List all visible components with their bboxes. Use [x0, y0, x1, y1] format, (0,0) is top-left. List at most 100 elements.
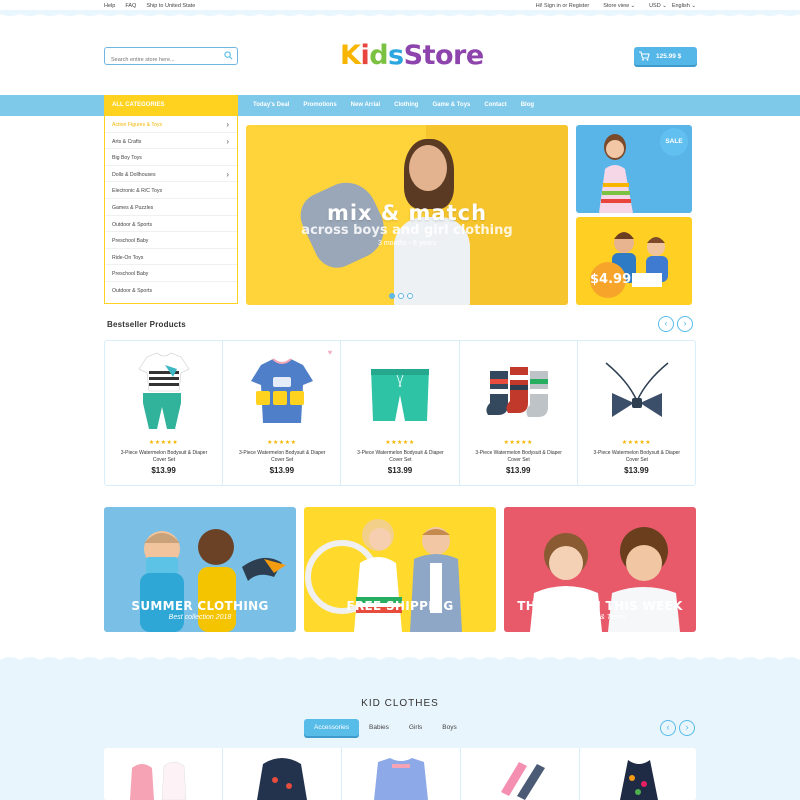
kids-swing-image: [305, 519, 462, 632]
product-card[interactable]: [342, 748, 461, 800]
promo-banner-shipping[interactable]: FREE SHIPPING: [304, 507, 496, 632]
category-item[interactable]: Ride-On Toys: [105, 249, 237, 266]
category-label: Dolls & Dollhouses: [112, 171, 156, 178]
nav-blog[interactable]: Blog: [521, 102, 534, 108]
category-item[interactable]: Preschool Baby: [105, 265, 237, 282]
logo-letter: i: [360, 40, 370, 71]
cart-total: 125.99 $: [656, 52, 682, 60]
category-menu: Action Figures & Toys › Arts & Crafts › Bi…: [104, 116, 238, 304]
all-categories-button[interactable]: ALL CATEGORIES: [104, 95, 238, 116]
add-to-cart-icon[interactable]: [256, 391, 271, 405]
category-item[interactable]: Electronic & R/C Toys: [105, 182, 237, 199]
product-name[interactable]: 3-Piece Watermelon Bodysuit & Diaper Cov…: [115, 450, 213, 464]
chevron-right-icon: ›: [226, 120, 229, 129]
category-label: Action Figures & Toys: [112, 122, 163, 128]
signin-link[interactable]: Hi! Sign in or Register: [536, 3, 590, 9]
slider-dot[interactable]: [407, 293, 413, 299]
cart-button[interactable]: 125.99 $: [634, 47, 697, 65]
tab-babies[interactable]: Babies: [359, 720, 399, 735]
site-logo[interactable]: KidsStore: [340, 40, 484, 71]
prev-arrow-icon[interactable]: ‹: [660, 720, 676, 736]
ship-to-link[interactable]: Ship to United State: [146, 3, 195, 9]
bestseller-pager: ‹ ›: [658, 316, 693, 332]
slider-dot[interactable]: [389, 293, 395, 299]
product-image: [257, 758, 307, 800]
category-label: Preschool Baby: [112, 238, 149, 245]
tab-accessories[interactable]: Accessories: [304, 719, 360, 736]
logo-letter: e: [465, 40, 484, 71]
product-price: $13.99: [269, 466, 295, 475]
bestseller-products: ★★★★★ 3-Piece Watermelon Bodysuit & Diap…: [104, 340, 696, 486]
toddler-girl-image: [599, 134, 633, 213]
price-badge: $4.99: [590, 262, 631, 298]
product-card[interactable]: [223, 748, 342, 800]
top-links: Help FAQ Ship to United State: [104, 3, 195, 9]
side-banner-price[interactable]: [576, 217, 692, 305]
logo-letter: r: [453, 40, 466, 71]
wishlist-heart-icon[interactable]: ♥: [328, 348, 333, 357]
next-arrow-icon[interactable]: ›: [679, 720, 695, 736]
help-link[interactable]: Help: [104, 3, 115, 9]
product-card[interactable]: ★★★★★ 3-Piece Watermelon Bodysuit & Diap…: [460, 341, 578, 485]
product-card[interactable]: ★★★★★ 3-Piece Watermelon Bodysuit & Diap…: [105, 341, 224, 485]
rating-stars: ★★★★★: [621, 440, 652, 446]
category-label: Outdoor & Sports: [112, 287, 153, 294]
slider-dot[interactable]: [398, 293, 404, 299]
prev-arrow-icon[interactable]: ‹: [658, 316, 674, 332]
nav-clothing[interactable]: Clothing: [394, 102, 418, 108]
product-card[interactable]: ♥ ★★★★★ 3-Piece Watermelon Bodysuit & Di…: [223, 341, 342, 485]
category-item[interactable]: Arts & Crafts ›: [105, 133, 237, 150]
category-item[interactable]: Outdoor & Sports: [105, 282, 237, 299]
promo-banner-new[interactable]: THE NEW IN THIS WEEK for Kids & Teens: [504, 507, 696, 632]
product-card[interactable]: ★★★★★ 3-Piece Watermelon Bodysuit & Diap…: [578, 341, 695, 485]
product-card[interactable]: [104, 748, 223, 800]
category-item[interactable]: Action Figures & Toys ›: [105, 116, 237, 133]
category-item[interactable]: Outdoor & Sports: [105, 216, 237, 233]
category-item[interactable]: Dolls & Dollhouses ›: [105, 166, 237, 183]
search-box[interactable]: [104, 47, 238, 68]
product-price: $13.99: [505, 466, 531, 475]
nav-todays-deal[interactable]: Today's Deal: [253, 102, 289, 108]
quick-view-icon[interactable]: [273, 391, 288, 405]
currency-select[interactable]: USD ⌄: [649, 3, 667, 9]
search-input[interactable]: [105, 52, 217, 68]
product-card[interactable]: [580, 748, 698, 800]
product-name[interactable]: 3-Piece Watermelon Bodysuit & Diaper Cov…: [588, 450, 686, 464]
language-select[interactable]: English ⌄: [672, 3, 696, 9]
cloud-border: [0, 657, 800, 664]
product-name[interactable]: 3-Piece Watermelon Bodysuit & Diaper Cov…: [470, 450, 568, 464]
banner-subtitle: Best collection 2018: [168, 614, 232, 621]
nav-game-toys[interactable]: Game & Toys: [432, 102, 470, 108]
search-icon[interactable]: [224, 51, 233, 60]
logo-letter: K: [340, 40, 361, 71]
faq-link[interactable]: FAQ: [125, 3, 136, 9]
hero-slider[interactable]: mix & match across boys and girl clothin…: [246, 125, 568, 305]
logo-letter: t: [422, 40, 436, 71]
kids-reading-image: [612, 232, 668, 287]
product-card[interactable]: ★★★★★ 3-Piece Watermelon Bodysuit & Diap…: [341, 341, 460, 485]
promo-banner-summer[interactable]: SUMMER CLOTHING Best collection 2018: [104, 507, 296, 632]
product-card[interactable]: [461, 748, 580, 800]
tab-boys[interactable]: Boys: [432, 720, 466, 735]
tab-girls[interactable]: Girls: [399, 720, 432, 735]
product-image: [138, 352, 190, 429]
rating-stars: ★★★★★: [503, 440, 533, 446]
product-image: [374, 758, 428, 800]
store-view-select[interactable]: Store view ⌄: [603, 3, 635, 9]
category-label: Games & Puzzles: [112, 204, 154, 211]
nav-new-arrival[interactable]: New Arrial: [351, 102, 380, 108]
category-item[interactable]: Big Boy Toys: [105, 149, 237, 166]
rating-stars: ★★★★★: [267, 440, 297, 446]
category-label: Outdoor & Sports: [112, 221, 153, 228]
compare-icon[interactable]: [290, 391, 305, 405]
chevron-right-icon: ›: [226, 136, 229, 146]
banner-title: THE NEW IN THIS WEEK: [517, 599, 683, 613]
category-item[interactable]: Preschool Baby: [105, 232, 237, 249]
nav-contact[interactable]: Contact: [484, 102, 506, 108]
category-item[interactable]: Games & Puzzles: [105, 199, 237, 216]
next-arrow-icon[interactable]: ›: [677, 316, 693, 332]
product-name[interactable]: 3-Piece Watermelon Bodysuit & Diaper Cov…: [233, 450, 331, 464]
nav-promotions[interactable]: Promotions: [303, 102, 336, 108]
hero-age-range: 3 months - 6 years: [378, 240, 436, 247]
product-name[interactable]: 3-Piece Watermelon Bodysuit & Diaper Cov…: [351, 450, 449, 464]
